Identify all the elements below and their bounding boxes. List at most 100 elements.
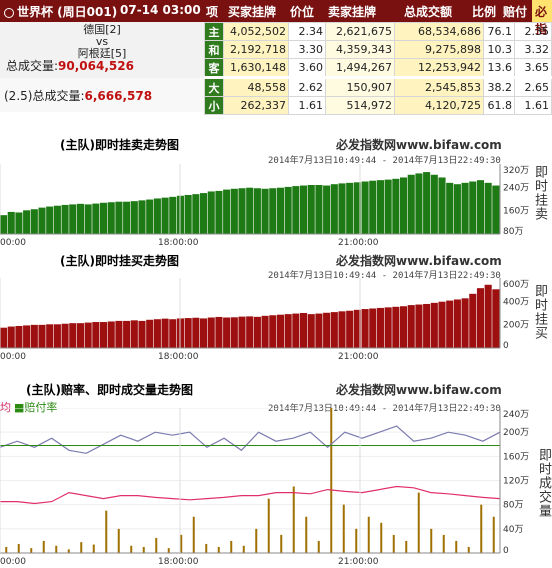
bar [92, 322, 100, 348]
bar [415, 173, 423, 234]
bar [469, 293, 477, 348]
cell-buy: 2,192,718 [223, 40, 289, 59]
cell-type: 主 [204, 22, 224, 41]
bar [192, 317, 200, 348]
football-icon [4, 7, 14, 18]
bar [123, 320, 131, 348]
bar [392, 306, 400, 348]
chart3-watermark: 必发指数网www.bifaw.com [336, 383, 502, 397]
bar [215, 190, 223, 234]
chart3-ylabel: 即时成交量 [536, 448, 551, 518]
cell-payout: 1.61 [514, 96, 552, 115]
bar [430, 174, 438, 234]
bar [415, 304, 423, 348]
cell-ratio: 38.2 [483, 77, 515, 97]
col-ratio: 比例 [471, 5, 496, 19]
bar [269, 188, 277, 234]
bar [453, 299, 461, 348]
header-bar: 世界杯 (周日001) 07-14 03:00 项 买家挂牌 价位 卖家挂牌 总… [0, 0, 552, 36]
bar [330, 312, 338, 348]
bar [461, 182, 469, 234]
bar [146, 199, 154, 234]
bar [53, 205, 61, 234]
bar [338, 311, 346, 348]
bar [361, 309, 369, 348]
col-volume: 总成交额 [403, 5, 452, 19]
bar [384, 179, 392, 234]
cell-sell: 2,621,675 [325, 22, 395, 41]
bar [46, 324, 54, 348]
cell-sell: 4,359,343 [325, 40, 395, 59]
y-tick-label: 0 [503, 341, 509, 351]
bar [492, 289, 500, 348]
cell-volume: 4,120,725 [394, 96, 484, 115]
col-sell: 卖家挂牌 [327, 5, 376, 19]
cell-payout: 2.65 [514, 77, 552, 97]
bar [30, 324, 38, 348]
cell-buy: 48,558 [223, 77, 289, 97]
y-tick-label: 80万 [503, 501, 523, 511]
bar [392, 178, 400, 234]
cell-buy: 1,630,148 [223, 58, 289, 78]
bar [430, 302, 438, 348]
bar [307, 314, 315, 348]
bar [161, 318, 169, 348]
bar [484, 182, 492, 234]
bar [15, 325, 23, 348]
chart2-watermark: 必发指数网www.bifaw.com [336, 254, 502, 268]
bar [246, 187, 254, 234]
bar [361, 181, 369, 234]
bar [338, 183, 346, 234]
bar [153, 198, 161, 234]
bar [130, 201, 138, 234]
match-datetime: 07-14 03:00 [120, 3, 201, 17]
bar [276, 314, 285, 348]
bar [438, 177, 446, 234]
bar [161, 197, 169, 234]
chart2-plot: 00:00 18:00:00 21:00:00 600万 400万 200万 0 [0, 278, 529, 360]
bar [200, 318, 208, 348]
bar [346, 182, 354, 234]
bar [300, 313, 308, 348]
chart3-title: (主队)赔率、即时成交量走势图 [26, 383, 193, 397]
bar [230, 188, 238, 234]
bar [138, 200, 146, 234]
cell-price: 3.60 [288, 58, 326, 78]
cell-buy: 262,337 [223, 96, 289, 115]
bar [230, 317, 238, 348]
bar [130, 320, 138, 348]
bar [23, 325, 31, 348]
table-row: 客 1,630,148 3.60 1,494,267 12,253,942 13.6 3.6… [204, 58, 552, 78]
bar [107, 321, 115, 348]
bar [400, 177, 408, 234]
bar [184, 318, 192, 348]
bar [53, 324, 61, 348]
bar [407, 174, 415, 234]
bar [284, 186, 292, 234]
bar [46, 206, 54, 234]
cell-volume: 68,534,686 [394, 22, 484, 41]
league-title[interactable]: 世界杯 (周日001) [4, 3, 117, 20]
cell-type: 大 [204, 77, 224, 97]
y-tick-label: 80万 [503, 227, 523, 237]
cell-ratio: 10.3 [483, 40, 515, 59]
bar [369, 308, 377, 348]
bar [200, 193, 208, 234]
bar [23, 210, 31, 234]
total-volume-label: 总成交量: [6, 59, 59, 73]
bar [153, 319, 161, 348]
cell-ratio: 13.6 [483, 58, 515, 78]
bar [323, 185, 331, 234]
col-buy: 买家挂牌 [227, 5, 276, 19]
col-item: 项 [205, 5, 218, 19]
bar [384, 307, 392, 348]
cell-payout: 2.35 [514, 22, 552, 41]
bar [69, 204, 77, 234]
x-tick-label: 21:00:00 [338, 352, 379, 360]
bar [400, 306, 408, 348]
x-tick-label: 00:00 [0, 238, 26, 246]
bar [300, 185, 308, 234]
bar [261, 315, 269, 348]
bar [407, 305, 415, 348]
bar [276, 187, 285, 234]
